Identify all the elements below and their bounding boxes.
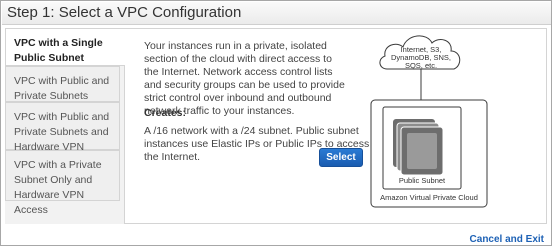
tab-vpc-private-only-hardware-vpn[interactable]: VPC with a Private Subnet Only and Hardw… (5, 150, 120, 216)
creates-heading: Creates: (144, 107, 187, 119)
vpc-label: Amazon Virtual Private Cloud (380, 193, 478, 202)
vpc-diagram: Internet, S3, DynamoDB, SNS, SQS, etc. P… (369, 29, 489, 209)
tab-label: VPC with a Single Public Subnet (14, 37, 103, 64)
step-title: Step 1: Select a VPC Configuration (7, 4, 242, 21)
tab-vpc-single-public-subnet[interactable]: VPC with a Single Public Subnet (5, 28, 125, 66)
wizard-body: VPC with a Single Public Subnet VPC with… (5, 28, 547, 224)
tab-label: VPC with Public and Private Subnets (14, 75, 110, 102)
cloud-label-line-3: SQS, etc. (405, 61, 437, 70)
wizard-dialog: Step 1: Select a VPC Configuration VPC w… (0, 0, 552, 246)
select-button[interactable]: Select (319, 148, 363, 167)
tab-vpc-public-private-subnets[interactable]: VPC with Public and Private Subnets (5, 66, 120, 102)
tab-label: VPC with a Private Subnet Only and Hardw… (14, 159, 102, 216)
tab-vpc-public-private-hardware-vpn[interactable]: VPC with Public and Private Subnets and … (5, 102, 120, 168)
configuration-panel: Your instances run in a private, isolate… (124, 28, 547, 224)
cancel-and-exit-link[interactable]: Cancel and Exit (470, 234, 544, 245)
instance-stack-icon (393, 119, 444, 176)
step-header: Step 1: Select a VPC Configuration (2, 2, 551, 25)
public-subnet-label: Public Subnet (398, 176, 446, 185)
